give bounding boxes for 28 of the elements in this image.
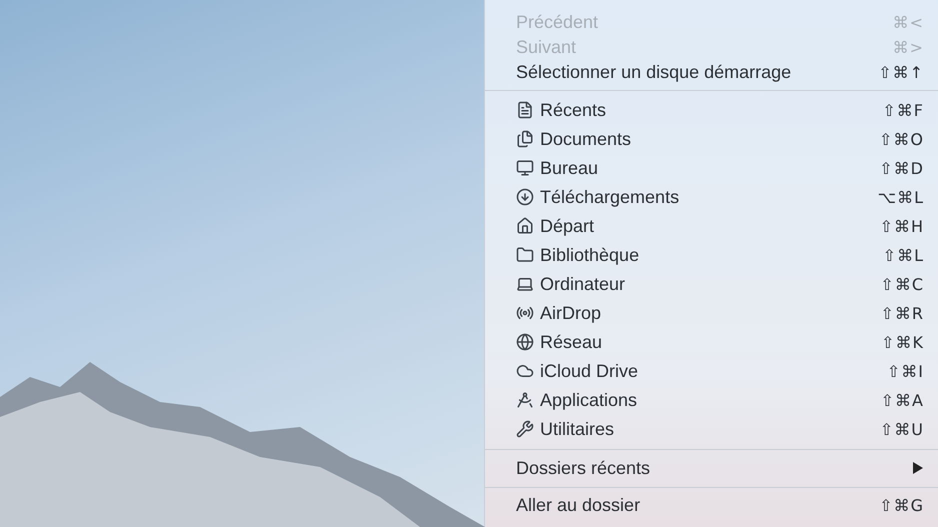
menu-item[interactable]: Réseau ⇧⌘K [485,328,938,356]
documents-icon [516,130,534,148]
monitor-icon [516,159,534,177]
menu-item[interactable]: Téléchargements ⌥⌘L [485,182,938,212]
menu-item[interactable]: Utilitaires ⇧⌘U [485,414,938,444]
menu-item[interactable]: Aller au dossier ⇧⌘G [485,492,938,518]
menu-item[interactable]: Départ ⇧⌘H [485,212,938,240]
laptop-icon [516,275,534,293]
drafting-compass-icon [516,391,534,409]
menu-item[interactable]: iCloud Drive ⇧⌘I [485,356,938,386]
download-icon [516,188,534,206]
submenu-arrow-icon [912,461,924,475]
globe-icon [516,333,534,351]
radio-waves-icon [516,304,534,322]
wrench-icon [516,420,534,438]
menu-item[interactable]: Dossiers récents [485,454,938,482]
menu-item[interactable]: Ordinateur ⇧⌘C [485,270,938,298]
menu-item[interactable]: Documents ⇧⌘O [485,124,938,154]
house-icon [516,217,534,235]
menu-item[interactable]: Applications ⇧⌘A [485,386,938,414]
menu-item[interactable]: Bureau ⇧⌘D [485,154,938,182]
document-icon [516,101,534,119]
folder-icon [516,246,534,264]
menu-item[interactable]: Récents ⇧⌘F [485,96,938,124]
menu-item[interactable]: Bibliothèque ⇧⌘L [485,240,938,270]
menu-item[interactable]: AirDrop ⇧⌘R [485,298,938,328]
menu-item[interactable]: Sélectionner un disque démarrage ⇧⌘↑ [485,60,938,84]
cloud-icon [516,362,534,380]
